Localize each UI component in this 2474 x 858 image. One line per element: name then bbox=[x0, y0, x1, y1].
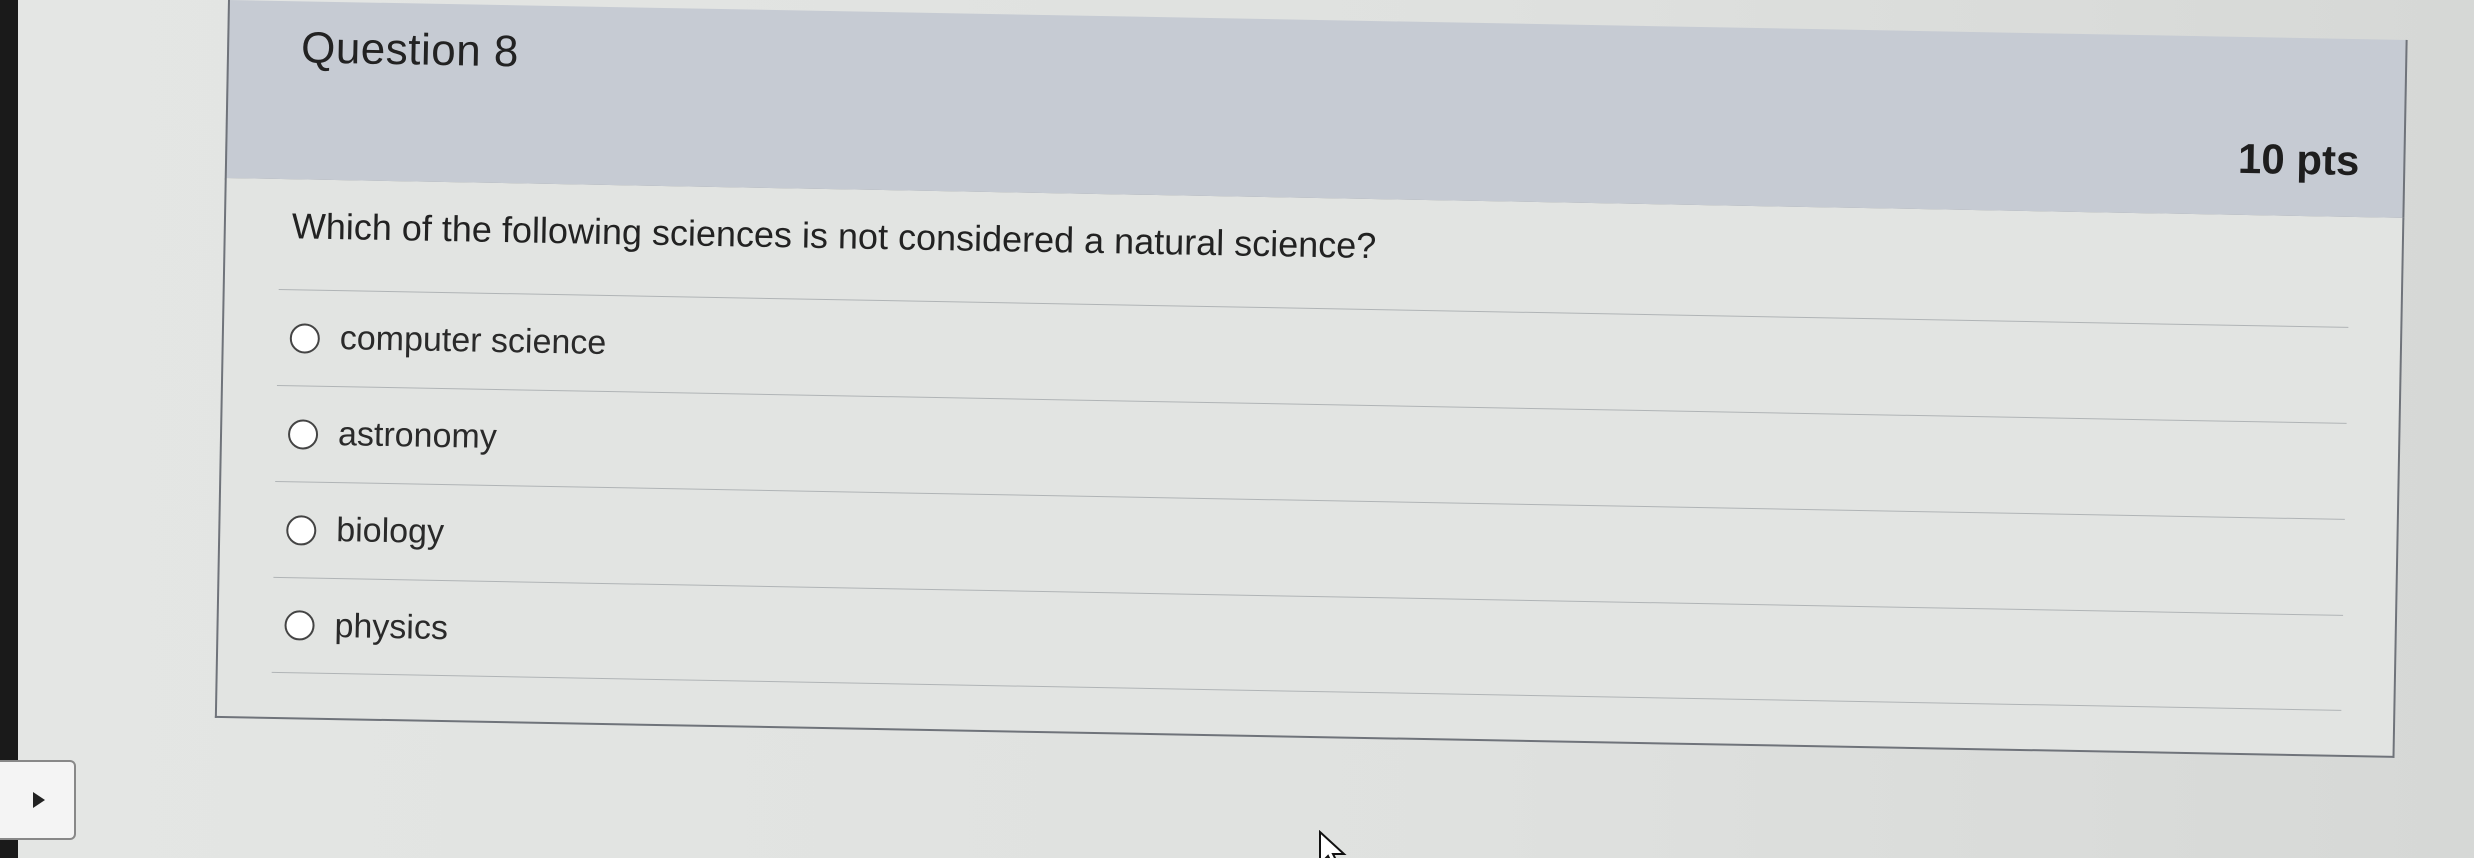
answer-option-label: physics bbox=[334, 606, 449, 647]
radio-button[interactable] bbox=[284, 610, 315, 641]
expand-sidebar-button[interactable] bbox=[0, 760, 76, 840]
answer-option-label: astronomy bbox=[337, 415, 498, 456]
radio-button[interactable] bbox=[287, 418, 319, 450]
mouse-pointer-icon bbox=[1319, 830, 1347, 858]
answer-options: computer science astronomy biology physi… bbox=[271, 288, 2349, 711]
play-triangle-icon bbox=[33, 792, 45, 808]
screen-bezel bbox=[0, 0, 18, 858]
answer-option-label: computer science bbox=[339, 319, 607, 362]
question-card: Question 8 10 pts Which of the following… bbox=[212, 0, 2408, 858]
screen: Question 8 10 pts Which of the following… bbox=[0, 0, 2474, 858]
radio-button[interactable] bbox=[286, 514, 317, 546]
answer-option-label: biology bbox=[335, 511, 445, 552]
question-points: 10 pts bbox=[2237, 134, 2360, 185]
question-title: Question 8 bbox=[300, 23, 520, 77]
question-body: Which of the following sciences is not c… bbox=[214, 177, 2405, 758]
radio-button[interactable] bbox=[289, 322, 321, 354]
question-text: Which of the following sciences is not c… bbox=[291, 205, 1377, 267]
